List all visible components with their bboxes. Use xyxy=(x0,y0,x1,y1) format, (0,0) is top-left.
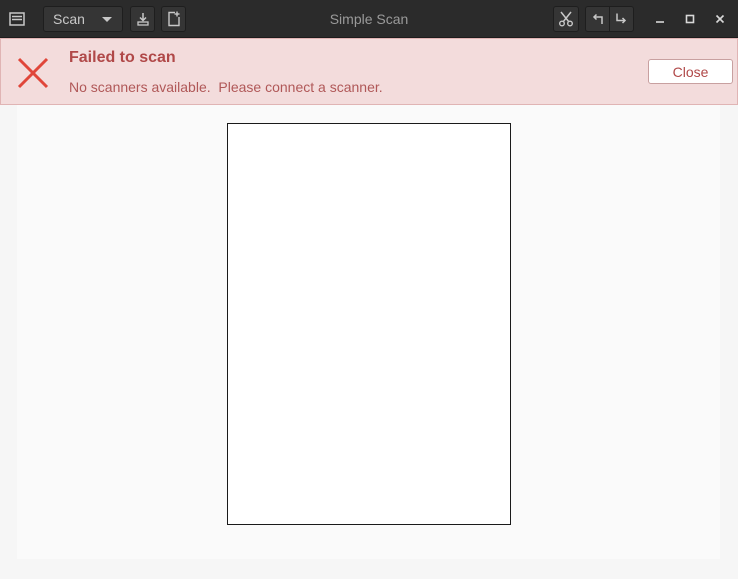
minimize-icon xyxy=(656,21,664,23)
minimize-button[interactable] xyxy=(650,9,670,29)
maximize-icon xyxy=(685,14,695,24)
scissors-icon xyxy=(559,11,573,27)
blank-page[interactable] xyxy=(227,123,511,525)
new-document-icon xyxy=(167,11,180,27)
rotate-left-icon xyxy=(592,13,603,24)
header-bar: Scan Simple Scan xyxy=(0,0,738,38)
close-icon xyxy=(715,14,725,24)
error-message: No scanners available. Please connect a … xyxy=(69,79,383,95)
error-infobar: Failed to scan No scanners available. Pl… xyxy=(0,38,738,105)
rotate-right-button[interactable] xyxy=(610,7,633,31)
new-document-button[interactable] xyxy=(161,6,186,32)
error-x-icon xyxy=(17,57,49,89)
simple-scan-window: Scan Simple Scan Failed to scan No scann… xyxy=(0,0,738,579)
rotate-left-button[interactable] xyxy=(586,7,609,31)
scan-button[interactable]: Scan xyxy=(43,6,123,32)
crop-button[interactable] xyxy=(553,6,579,32)
maximize-button[interactable] xyxy=(680,9,700,29)
rotate-button-group xyxy=(585,6,634,32)
app-menu-button[interactable] xyxy=(6,8,28,30)
error-title: Failed to scan xyxy=(69,49,176,66)
window-close-button[interactable] xyxy=(710,9,730,29)
chevron-down-icon[interactable] xyxy=(102,17,112,22)
infobar-close-button[interactable]: Close xyxy=(648,59,733,84)
hamburger-menu-icon xyxy=(9,12,25,26)
download-icon xyxy=(136,13,149,26)
save-button[interactable] xyxy=(130,6,155,32)
scan-button-label: Scan xyxy=(53,11,85,27)
rotate-right-icon xyxy=(616,13,627,24)
